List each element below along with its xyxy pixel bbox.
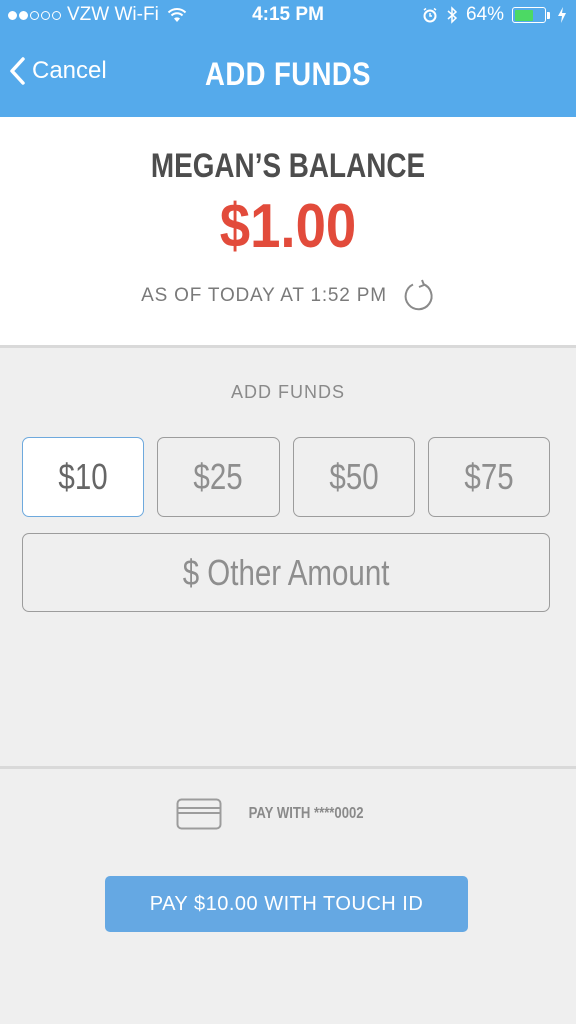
amount-button-50[interactable]: $50 <box>292 437 415 517</box>
balance-timestamp-row: AS OF TODAY AT 1:52 PM <box>0 279 576 313</box>
battery-icon <box>512 7 550 23</box>
divider <box>0 766 576 769</box>
refresh-icon[interactable] <box>401 279 435 313</box>
balance-title: MEGAN’S BALANCE <box>150 147 426 185</box>
alarm-icon <box>423 7 437 23</box>
amount-button-75[interactable]: $75 <box>427 437 550 517</box>
chevron-left-icon <box>10 57 25 85</box>
other-amount-button[interactable]: $ Other Amount <box>22 533 550 612</box>
charging-icon <box>558 7 566 23</box>
pay-with-label: PAY WITH ****0002 <box>248 805 364 822</box>
add-funds-label: ADD FUNDS <box>230 382 345 402</box>
pay-touch-id-button[interactable]: PAY $10.00 WITH TOUCH ID <box>105 876 468 932</box>
amount-options: $10 $25 $50 $75 <box>22 437 550 517</box>
page-title: ADD FUNDS <box>205 56 371 92</box>
balance-timestamp: AS OF TODAY AT 1:52 PM <box>141 285 387 306</box>
status-right: 64% <box>422 4 566 26</box>
nav-bar: Cancel ADD FUNDS <box>0 30 576 117</box>
balance-amount: $1.00 <box>219 192 357 261</box>
payment-method[interactable]: PAY WITH ****0002 <box>0 798 576 830</box>
amount-button-10[interactable]: $10 <box>22 437 145 517</box>
credit-card-icon <box>176 798 222 830</box>
battery-percent: 64% <box>465 4 504 25</box>
status-bar: VZW Wi-Fi 4:15 PM 64% <box>0 0 576 30</box>
amount-button-25[interactable]: $25 <box>157 437 280 517</box>
balance-card: MEGAN’S BALANCE $1.00 AS OF TODAY AT 1:5… <box>0 117 576 348</box>
bluetooth-icon <box>447 6 458 24</box>
